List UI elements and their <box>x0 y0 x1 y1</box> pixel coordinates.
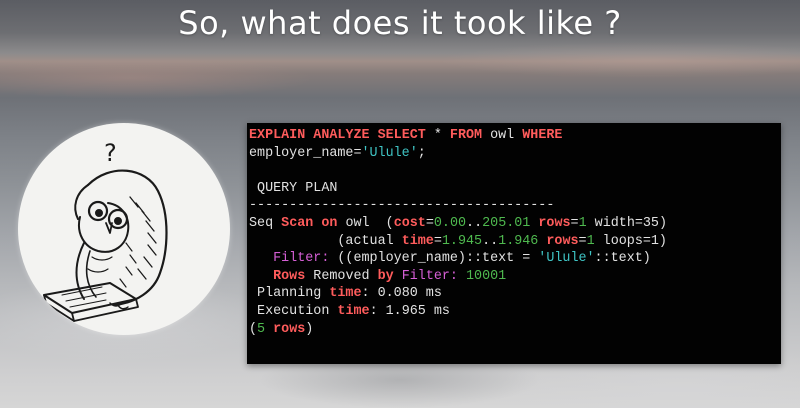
actual-label: (actual <box>249 233 402 249</box>
execution-line: Execution time: 1.965 ms <box>249 304 450 319</box>
query-line-1: EXPLAIN ANALYZE SELECT * FROM owl WHERE <box>249 128 562 143</box>
table-name: owl <box>482 128 523 143</box>
plan-separator: -------------------------------------- <box>249 198 555 214</box>
keyword-explain: EXPLAIN <box>249 128 306 143</box>
planning-value: : 0.080 ms <box>361 286 442 302</box>
removed-filter-label: Filter: <box>401 268 458 284</box>
where-column: employer_name= <box>249 145 362 161</box>
filter-value: 'Ulule' <box>538 251 595 267</box>
execution-value: : 1.965 ms <box>369 303 450 319</box>
planning-line: Planning time: 0.080 ms <box>249 286 442 301</box>
seq-label: Seq <box>249 215 282 231</box>
keyword-scan: Scan <box>281 215 314 231</box>
keyword-rows-removed: Rows <box>273 268 306 284</box>
keyword-rows: rows <box>538 215 571 231</box>
time-equals: = <box>433 233 442 249</box>
row-width: width=35) <box>586 215 667 231</box>
question-mark: ? <box>104 139 117 167</box>
scan-table: owl ( <box>337 215 394 231</box>
terminal-window: EXPLAIN ANALYZE SELECT * FROM owl WHERE … <box>247 123 781 364</box>
keyword-where: WHERE <box>522 128 563 143</box>
actual-line: (actual time=1.945..1.946 rows=1 loops=1… <box>249 234 667 249</box>
cost-end: 205.01 <box>482 215 531 231</box>
keyword-planning-time: time <box>329 286 362 302</box>
where-value: 'Ulule' <box>361 145 418 161</box>
keyword-time: time <box>401 233 434 249</box>
removed-count: 10001 <box>466 268 507 284</box>
row-count-line: (5 rows) <box>249 322 313 337</box>
statement-end: ; <box>417 145 426 161</box>
cost-equals: = <box>425 215 434 231</box>
filter-label: Filter: <box>273 251 330 267</box>
keyword-row-count-rows: rows <box>273 321 306 337</box>
query-line-2: employer_name='Ulule'; <box>249 146 426 161</box>
actual-time-start: 1.945 <box>441 233 483 249</box>
row-count-close: ) <box>305 321 314 337</box>
seq-scan-line: Seq Scan on owl (cost=0.00..205.01 rows=… <box>249 216 667 231</box>
keyword-cost: cost <box>393 215 426 231</box>
rows-equals: = <box>570 215 579 231</box>
owl-sketch-icon: ? <box>43 139 168 322</box>
cost-start: 0.00 <box>433 215 467 231</box>
rows-removed-line: Rows Removed by Filter: 10001 <box>249 269 506 284</box>
keyword-rows-actual: rows <box>546 233 579 249</box>
removed-label: Removed <box>305 268 378 284</box>
keyword-from: FROM <box>449 128 483 143</box>
select-star: * <box>425 128 450 143</box>
loops: loops=1) <box>594 233 667 249</box>
cost-range-dots: .. <box>466 215 483 231</box>
filter-cast: ::text) <box>594 251 651 267</box>
keyword-select: SELECT <box>377 128 426 143</box>
keyword-by: by <box>377 268 394 284</box>
rows-removed-indent <box>249 269 273 284</box>
filter-indent <box>249 251 273 266</box>
estimated-rows: 1 <box>578 215 587 231</box>
actual-time-end: 1.946 <box>498 233 539 249</box>
keyword-on: on <box>321 215 338 231</box>
row-count-value: 5 <box>257 321 266 337</box>
actual-rows: 1 <box>586 233 595 249</box>
filter-expression: ((employer_name)::text = <box>329 251 539 267</box>
owl-illustration: ? <box>18 123 230 335</box>
keyword-execution-time: time <box>337 303 370 319</box>
plan-header: QUERY PLAN <box>249 180 338 196</box>
planning-label: Planning <box>249 286 330 302</box>
slide-title: So, what does it took like ? <box>178 4 622 42</box>
time-range-dots: .. <box>482 233 499 249</box>
actual-rows-equals: = <box>578 233 587 249</box>
query-plan-output: EXPLAIN ANALYZE SELECT * FROM owl WHERE … <box>247 123 781 338</box>
execution-label: Execution <box>249 303 338 319</box>
keyword-analyze: ANALYZE <box>313 128 370 143</box>
filter-line: Filter: ((employer_name)::text = 'Ulule'… <box>249 251 651 266</box>
row-count-open: ( <box>249 321 258 337</box>
